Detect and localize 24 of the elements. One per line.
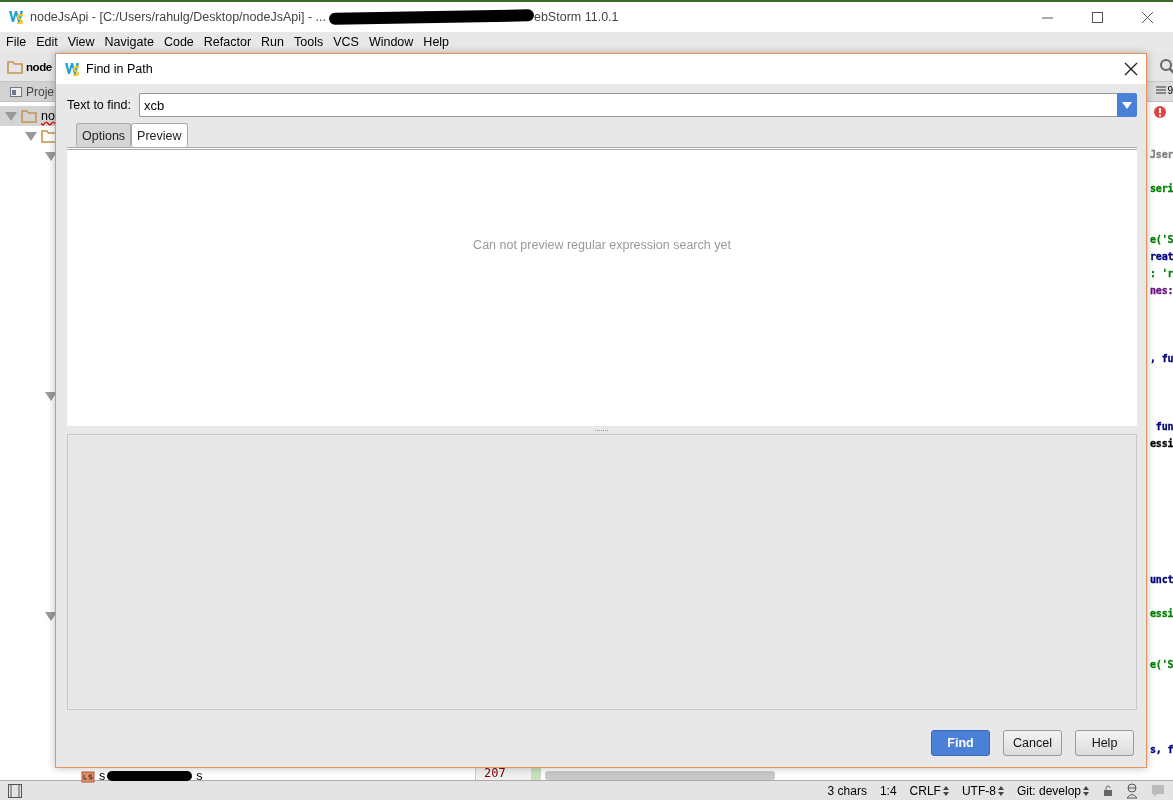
tab-count: 9 (1167, 84, 1173, 96)
dialog-title: Find in Path (86, 62, 154, 76)
code-line: nes: (1150, 284, 1173, 298)
field-label: Text to find: (67, 98, 131, 112)
tree-item-label: s (99, 769, 106, 783)
tree-item-label: no (41, 109, 55, 123)
code-line: essi (1150, 437, 1173, 451)
code-line: , fu (1150, 352, 1173, 366)
code-line: essi (1150, 607, 1173, 621)
empty-message: Can not preview regular expression search yet (473, 238, 731, 254)
code-line: e('S (1150, 658, 1173, 672)
code-line: seri (1150, 182, 1173, 196)
window-title: ebStorm 11.0.1 (533, 10, 619, 24)
code-line: fun (1154, 420, 1173, 434)
code-line: Jser (1150, 148, 1173, 162)
window-title: nodeJsApi - [C:/Users/rahulg/Desktop/nodeJsApi] - ... (30, 10, 326, 24)
line-number: 207 (484, 766, 506, 780)
status-item: 3 chars (827, 783, 867, 798)
code-line: : 'r (1150, 267, 1173, 281)
code-line: s, f (1150, 743, 1173, 757)
code-line: reat (1150, 250, 1173, 264)
code-line: e('S (1150, 233, 1173, 247)
code-line: unct (1150, 573, 1173, 587)
tree-item-label: s (196, 769, 203, 783)
